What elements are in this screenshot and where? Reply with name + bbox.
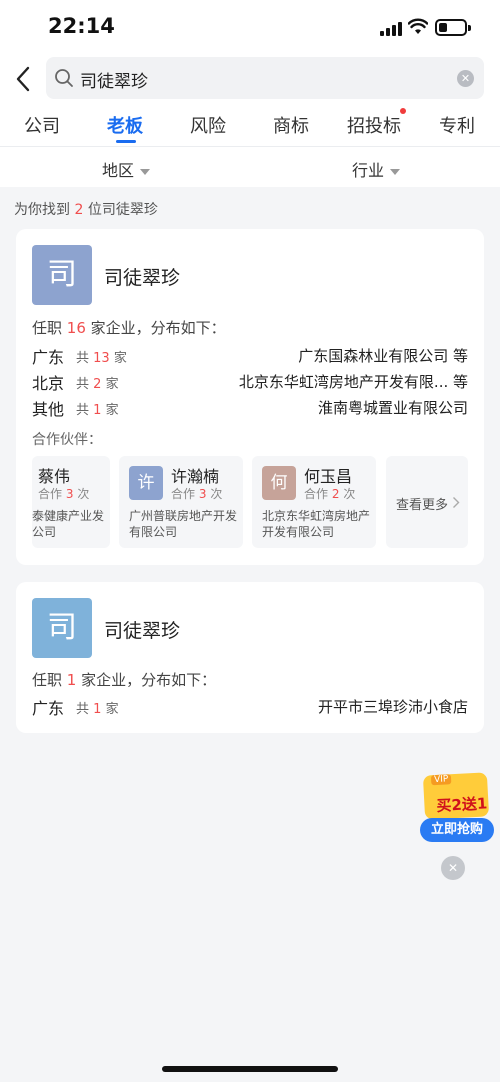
- partner-card[interactable]: 许 许瀚楠 合作 3 次 广州普联房地产开发 有限公司: [119, 456, 243, 548]
- search-input[interactable]: 司徒翠珍 ✕: [46, 57, 484, 99]
- region-row[interactable]: 广东 共 1 家 开平市三埠珍沛小食店: [32, 695, 468, 719]
- partner-avatar: 许: [129, 466, 163, 500]
- tab-patent[interactable]: 专利: [439, 112, 475, 138]
- tab-bidding-notification-dot: [400, 108, 406, 114]
- region-row[interactable]: 北京 共 2 家 北京东华虹湾房地产开发有限... 等: [32, 370, 468, 394]
- partner-avatar: 何: [262, 466, 296, 500]
- search-icon: [55, 69, 73, 87]
- tab-trademark[interactable]: 商标: [273, 112, 309, 138]
- tab-company[interactable]: 公司: [24, 112, 60, 138]
- partner-name: 蔡伟: [38, 467, 71, 486]
- avatar: 司: [32, 598, 92, 658]
- result-count: 为你找到 2 位司徒翠珍: [14, 202, 158, 218]
- partner-name: 何玉昌: [304, 467, 353, 486]
- position-summary: 任职 16 家企业，分布如下：: [32, 319, 226, 337]
- status-bar: 22:14: [0, 0, 500, 54]
- partner-company: 泰健康产业发 公司: [32, 509, 105, 539]
- region-row[interactable]: 广东 共 13 家 广东国森林业有限公司 等: [32, 344, 468, 368]
- region-row[interactable]: 其他 共 1 家 淮南粤城置业有限公司: [32, 396, 468, 420]
- person-name[interactable]: 司徒翠珍: [104, 616, 180, 643]
- partners-label: 合作伙伴：: [32, 432, 102, 448]
- tab-bidding[interactable]: 招投标: [347, 112, 401, 138]
- partner-collab-count: 合作 3 次: [171, 487, 223, 501]
- partner-name: 许瀚楠: [171, 467, 220, 486]
- promo-graphic: VIP 买2送1: [422, 772, 490, 820]
- search-query: 司徒翠珍: [80, 72, 148, 92]
- caret-down-icon: [390, 168, 401, 175]
- partner-collab-count: 合作 2 次: [304, 487, 356, 501]
- tab-boss[interactable]: 老板: [107, 112, 143, 138]
- promo-badge[interactable]: VIP 买2送1 立即抢购: [420, 768, 496, 844]
- partner-company: 北京东华虹湾房地产 开发有限公司: [262, 509, 371, 539]
- partner-card[interactable]: 蔡伟 合作 3 次 泰健康产业发 公司: [32, 456, 110, 548]
- wifi-icon: [408, 18, 428, 34]
- category-tabs: 公司 老板 风险 商标 招投标 专利: [0, 104, 500, 146]
- search-bar: 司徒翠珍 ✕: [0, 54, 500, 104]
- industry-filter[interactable]: 行业: [352, 157, 401, 181]
- chevron-right-icon: [453, 497, 460, 508]
- see-more-button[interactable]: 查看更多: [386, 456, 468, 548]
- home-indicator: [162, 1066, 338, 1072]
- active-tab-underline: [116, 140, 136, 143]
- battery-icon: [435, 19, 471, 36]
- partner-collab-count: 合作 3 次: [38, 487, 90, 501]
- region-filter[interactable]: 地区: [102, 157, 151, 181]
- position-summary: 任职 1 家企业，分布如下：: [32, 671, 217, 689]
- close-icon[interactable]: ✕: [441, 856, 465, 880]
- person-card[interactable]: 司 司徒翠珍 任职 16 家企业，分布如下： 广东 共 13 家 广东国森林业有…: [16, 229, 484, 565]
- person-card[interactable]: 司 司徒翠珍 任职 1 家企业，分布如下： 广东 共 1 家 开平市三埠珍沛小食…: [16, 582, 484, 733]
- avatar: 司: [32, 245, 92, 305]
- signal-icon: [380, 22, 402, 36]
- caret-down-icon: [140, 168, 151, 175]
- buy-now-button[interactable]: 立即抢购: [420, 818, 494, 842]
- status-time: 22:14: [48, 14, 115, 38]
- clear-icon[interactable]: ✕: [457, 70, 474, 87]
- back-arrow-icon[interactable]: [12, 62, 36, 96]
- partner-company: 广州普联房地产开发 有限公司: [129, 509, 238, 539]
- person-name[interactable]: 司徒翠珍: [104, 263, 180, 290]
- filter-bar: 地区 行业: [0, 147, 500, 187]
- partner-card[interactable]: 何 何玉昌 合作 2 次 北京东华虹湾房地产 开发有限公司: [252, 456, 376, 548]
- tab-risk[interactable]: 风险: [190, 112, 226, 138]
